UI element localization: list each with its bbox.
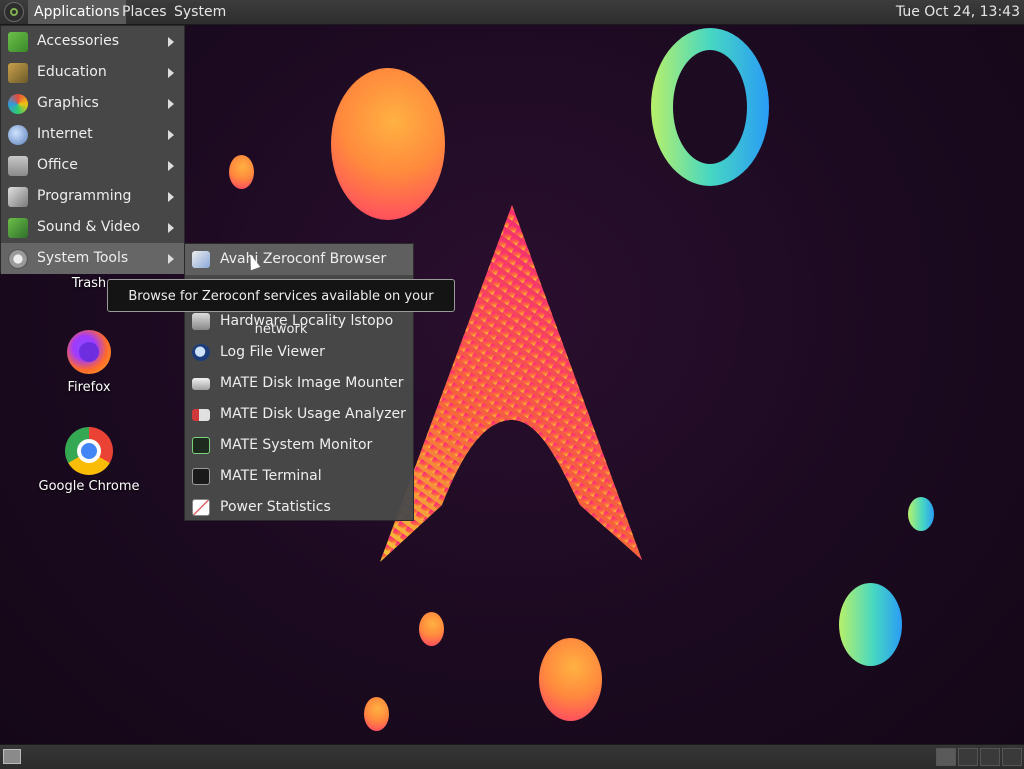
menu-item-internet[interactable]: Internet xyxy=(1,119,184,150)
top-panel: Applications Places System Tue Oct 24, 1… xyxy=(0,0,1024,25)
sound-video-icon xyxy=(8,218,28,238)
bottom-panel xyxy=(0,744,1024,769)
menu-item-sound-video[interactable]: Sound & Video xyxy=(1,212,184,243)
wallpaper-cyan-dot xyxy=(908,497,934,531)
log-viewer-icon xyxy=(192,344,210,361)
education-icon xyxy=(8,63,28,83)
desktop-icon-label: Firefox xyxy=(67,380,111,395)
arch-logo xyxy=(380,205,642,562)
clock[interactable]: Tue Oct 24, 13:43 xyxy=(896,0,1020,24)
menu-item-terminal[interactable]: MATE Terminal xyxy=(185,461,413,492)
internet-icon xyxy=(8,125,28,145)
menu-item-programming[interactable]: Programming xyxy=(1,181,184,212)
programming-icon xyxy=(8,187,28,207)
menu-item-education[interactable]: Education xyxy=(1,57,184,88)
submenu-arrow-icon xyxy=(168,161,174,171)
menu-item-system-tools[interactable]: System Tools xyxy=(1,243,184,274)
menu-item-office[interactable]: Office xyxy=(1,150,184,181)
accessories-icon xyxy=(8,32,28,52)
avahi-icon xyxy=(192,251,210,268)
menu-item-avahi-zeroconf-browser[interactable]: Avahi Zeroconf Browser xyxy=(185,244,413,275)
menu-item-accessories[interactable]: Accessories xyxy=(1,26,184,57)
chrome-icon xyxy=(65,427,113,475)
graphics-icon xyxy=(8,94,28,114)
power-stats-icon xyxy=(192,499,210,516)
submenu-arrow-icon xyxy=(168,37,174,47)
menu-item-system-monitor[interactable]: MATE System Monitor xyxy=(185,430,413,461)
submenu-arrow-icon xyxy=(168,99,174,109)
desktop-icon-firefox[interactable]: Firefox xyxy=(34,328,144,395)
terminal-icon xyxy=(192,468,210,485)
applications-menu: Accessories Education Graphics Internet … xyxy=(0,25,185,274)
system-menu-button[interactable]: System xyxy=(168,0,232,24)
workspace-3[interactable] xyxy=(980,748,1000,766)
desktop-icon-chrome[interactable]: Google Chrome xyxy=(34,427,144,494)
disk-mounter-icon xyxy=(192,378,210,390)
tooltip: Browse for Zeroconf services available o… xyxy=(107,279,455,337)
system-monitor-icon xyxy=(192,437,210,454)
wallpaper-ring xyxy=(651,28,769,186)
workspace-2[interactable] xyxy=(958,748,978,766)
menu-item-disk-usage-analyzer[interactable]: MATE Disk Usage Analyzer xyxy=(185,399,413,430)
workspace-1[interactable] xyxy=(936,748,956,766)
show-desktop-icon[interactable] xyxy=(3,749,21,764)
workspace-4[interactable] xyxy=(1002,748,1022,766)
wallpaper-orange-ellipse xyxy=(331,68,445,220)
menu-item-disk-image-mounter[interactable]: MATE Disk Image Mounter xyxy=(185,368,413,399)
disk-usage-icon xyxy=(192,409,210,421)
applications-menu-button[interactable]: Applications xyxy=(28,0,126,24)
desktop-icon-label: Google Chrome xyxy=(38,479,140,494)
desktop-icon-label: Trash xyxy=(71,276,107,291)
submenu-arrow-icon xyxy=(168,68,174,78)
system-tools-icon xyxy=(8,249,28,269)
wallpaper-orange-dot xyxy=(229,155,254,189)
wallpaper-cyan-ellipse xyxy=(839,583,902,666)
wallpaper-orange-dot xyxy=(419,612,444,646)
places-menu-button[interactable]: Places xyxy=(116,0,173,24)
mate-logo-icon[interactable] xyxy=(4,2,24,22)
submenu-arrow-icon xyxy=(168,192,174,202)
submenu-arrow-icon xyxy=(168,254,174,264)
menu-item-power-statistics[interactable]: Power Statistics xyxy=(185,492,413,523)
menu-item-graphics[interactable]: Graphics xyxy=(1,88,184,119)
hardware-icon xyxy=(192,313,210,330)
submenu-arrow-icon xyxy=(168,130,174,140)
wallpaper-orange-dot xyxy=(364,697,389,731)
firefox-icon xyxy=(65,328,113,376)
office-icon xyxy=(8,156,28,176)
wallpaper-orange-ellipse xyxy=(539,638,602,721)
submenu-arrow-icon xyxy=(168,223,174,233)
